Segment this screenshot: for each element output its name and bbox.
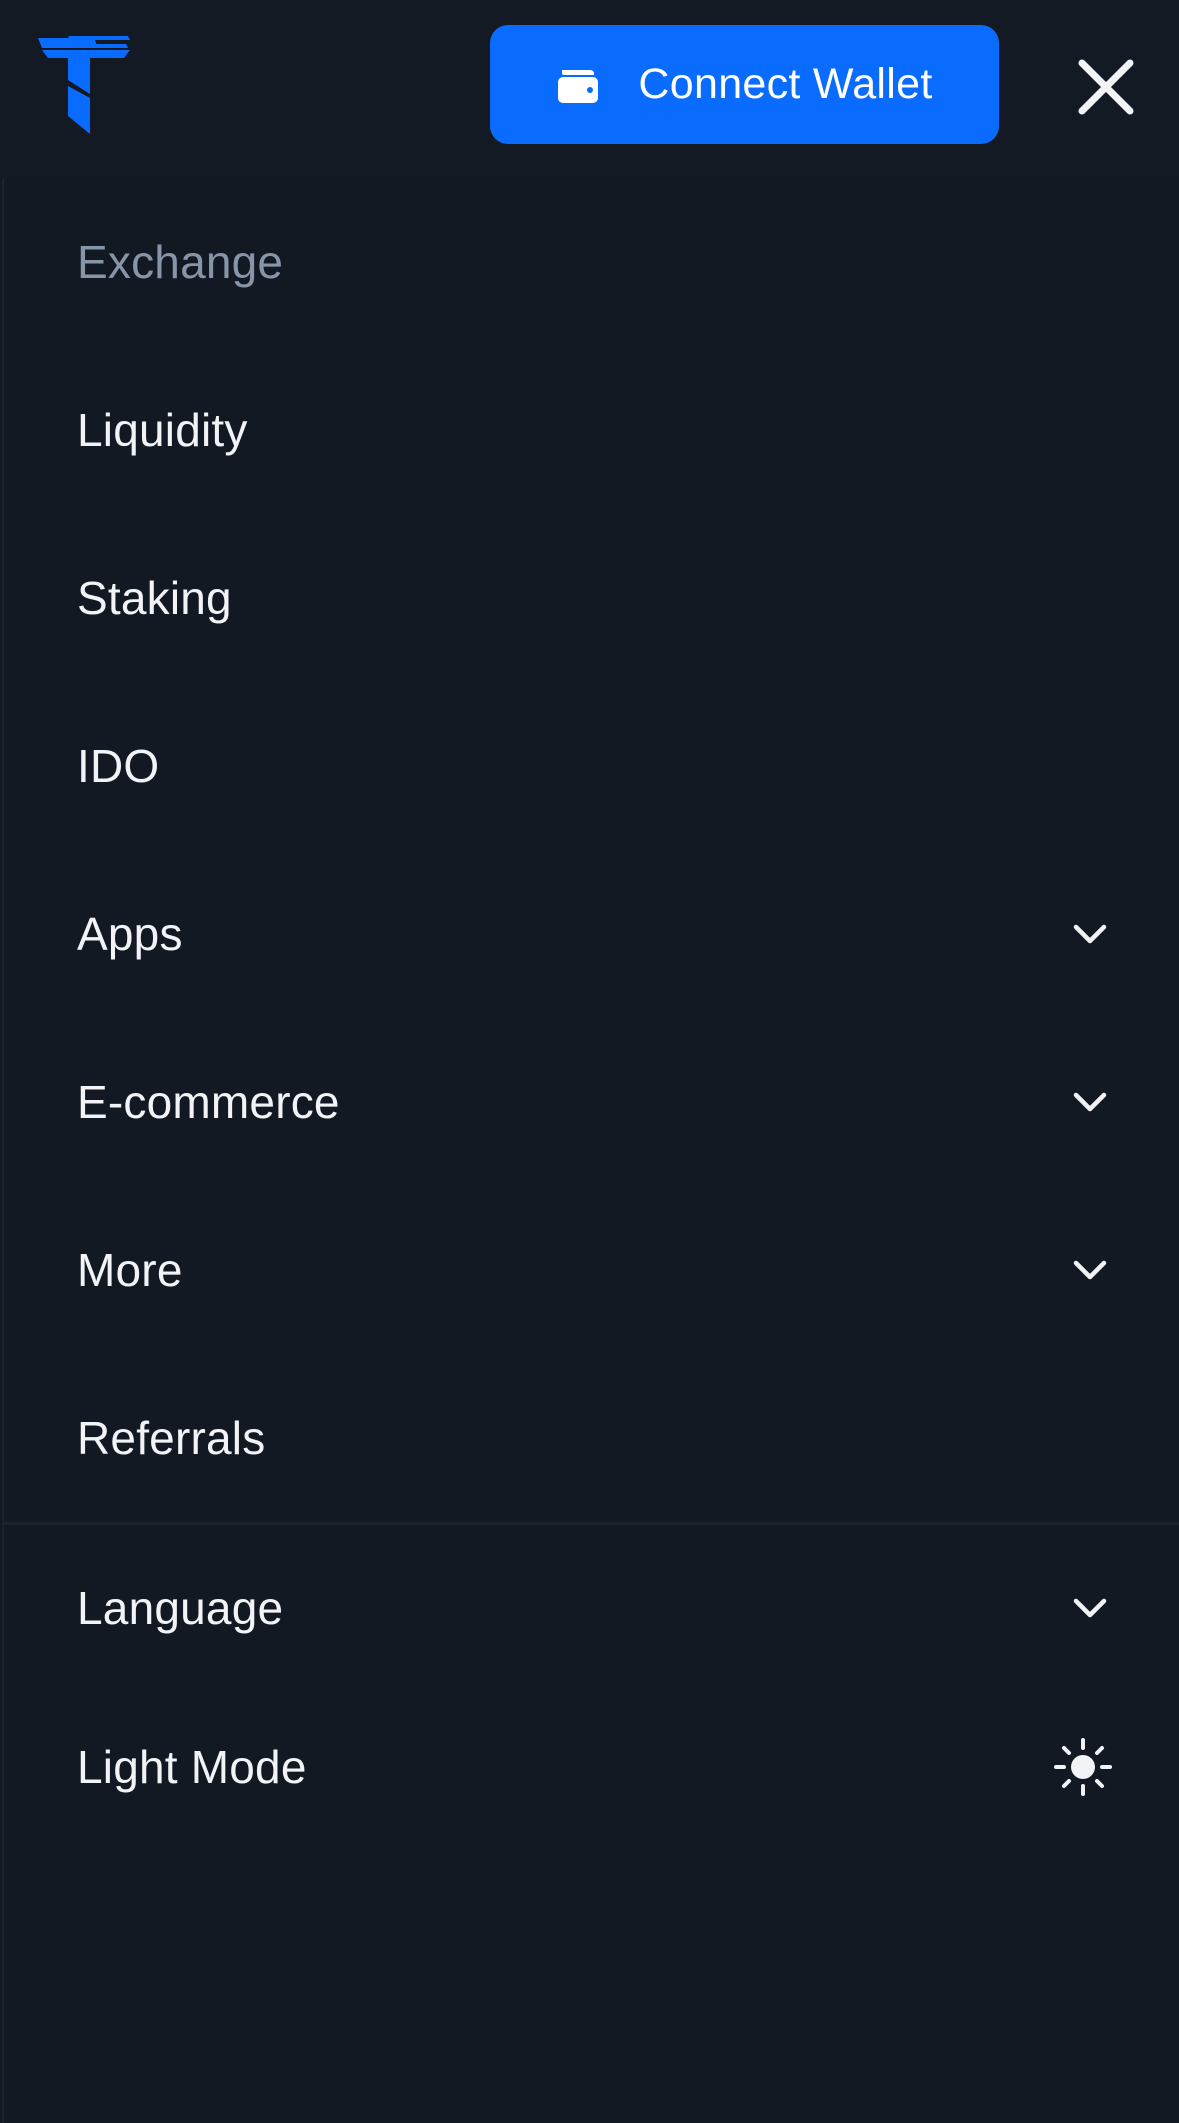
menu-item-label: More xyxy=(77,1244,183,1296)
menu-item-label: Light Mode xyxy=(77,1741,307,1793)
menu-item-label: IDO xyxy=(77,740,160,792)
menu-item-label: E-commerce xyxy=(77,1076,340,1128)
menu-item-staking[interactable]: Staking xyxy=(4,538,1179,658)
triple-t-logo-icon[interactable] xyxy=(38,36,130,134)
sun-icon[interactable] xyxy=(1054,1738,1112,1796)
menu-item-apps[interactable]: Apps xyxy=(4,874,1179,994)
menu-item-e-commerce[interactable]: E-commerce xyxy=(4,1042,1179,1162)
menu-item-exchange[interactable]: Exchange xyxy=(4,202,1179,322)
menu-item-label: Apps xyxy=(77,908,183,960)
menu-item-label: Liquidity xyxy=(77,404,248,456)
mobile-menu-screen: Connect Wallet Exchange Liquidity Stakin… xyxy=(0,0,1179,2123)
chevron-down-icon xyxy=(1073,1598,1107,1618)
wallet-icon xyxy=(558,69,599,103)
menu-item-label: Referrals xyxy=(77,1412,266,1464)
menu-item-ido[interactable]: IDO xyxy=(4,706,1179,826)
menu-item-more[interactable]: More xyxy=(4,1210,1179,1330)
header: Connect Wallet xyxy=(0,0,1179,178)
menu-item-label: Language xyxy=(77,1582,284,1634)
menu-item-language[interactable]: Language xyxy=(4,1548,1179,1668)
menu-item-label: Exchange xyxy=(77,236,284,288)
chevron-down-icon xyxy=(1073,1092,1107,1112)
menu-item-light-mode[interactable]: Light Mode xyxy=(4,1707,1179,1827)
menu-divider xyxy=(4,1522,1179,1525)
chevron-down-icon xyxy=(1073,1260,1107,1280)
menu-item-referrals[interactable]: Referrals xyxy=(4,1378,1179,1498)
close-icon[interactable] xyxy=(1074,55,1138,119)
menu-item-label: Staking xyxy=(77,572,232,624)
chevron-down-icon xyxy=(1073,924,1107,944)
connect-wallet-button[interactable]: Connect Wallet xyxy=(490,25,999,144)
menu-item-liquidity[interactable]: Liquidity xyxy=(4,370,1179,490)
nav-menu: Exchange Liquidity Staking IDO Apps E-co… xyxy=(2,178,1179,2123)
connect-wallet-label: Connect Wallet xyxy=(638,60,933,108)
